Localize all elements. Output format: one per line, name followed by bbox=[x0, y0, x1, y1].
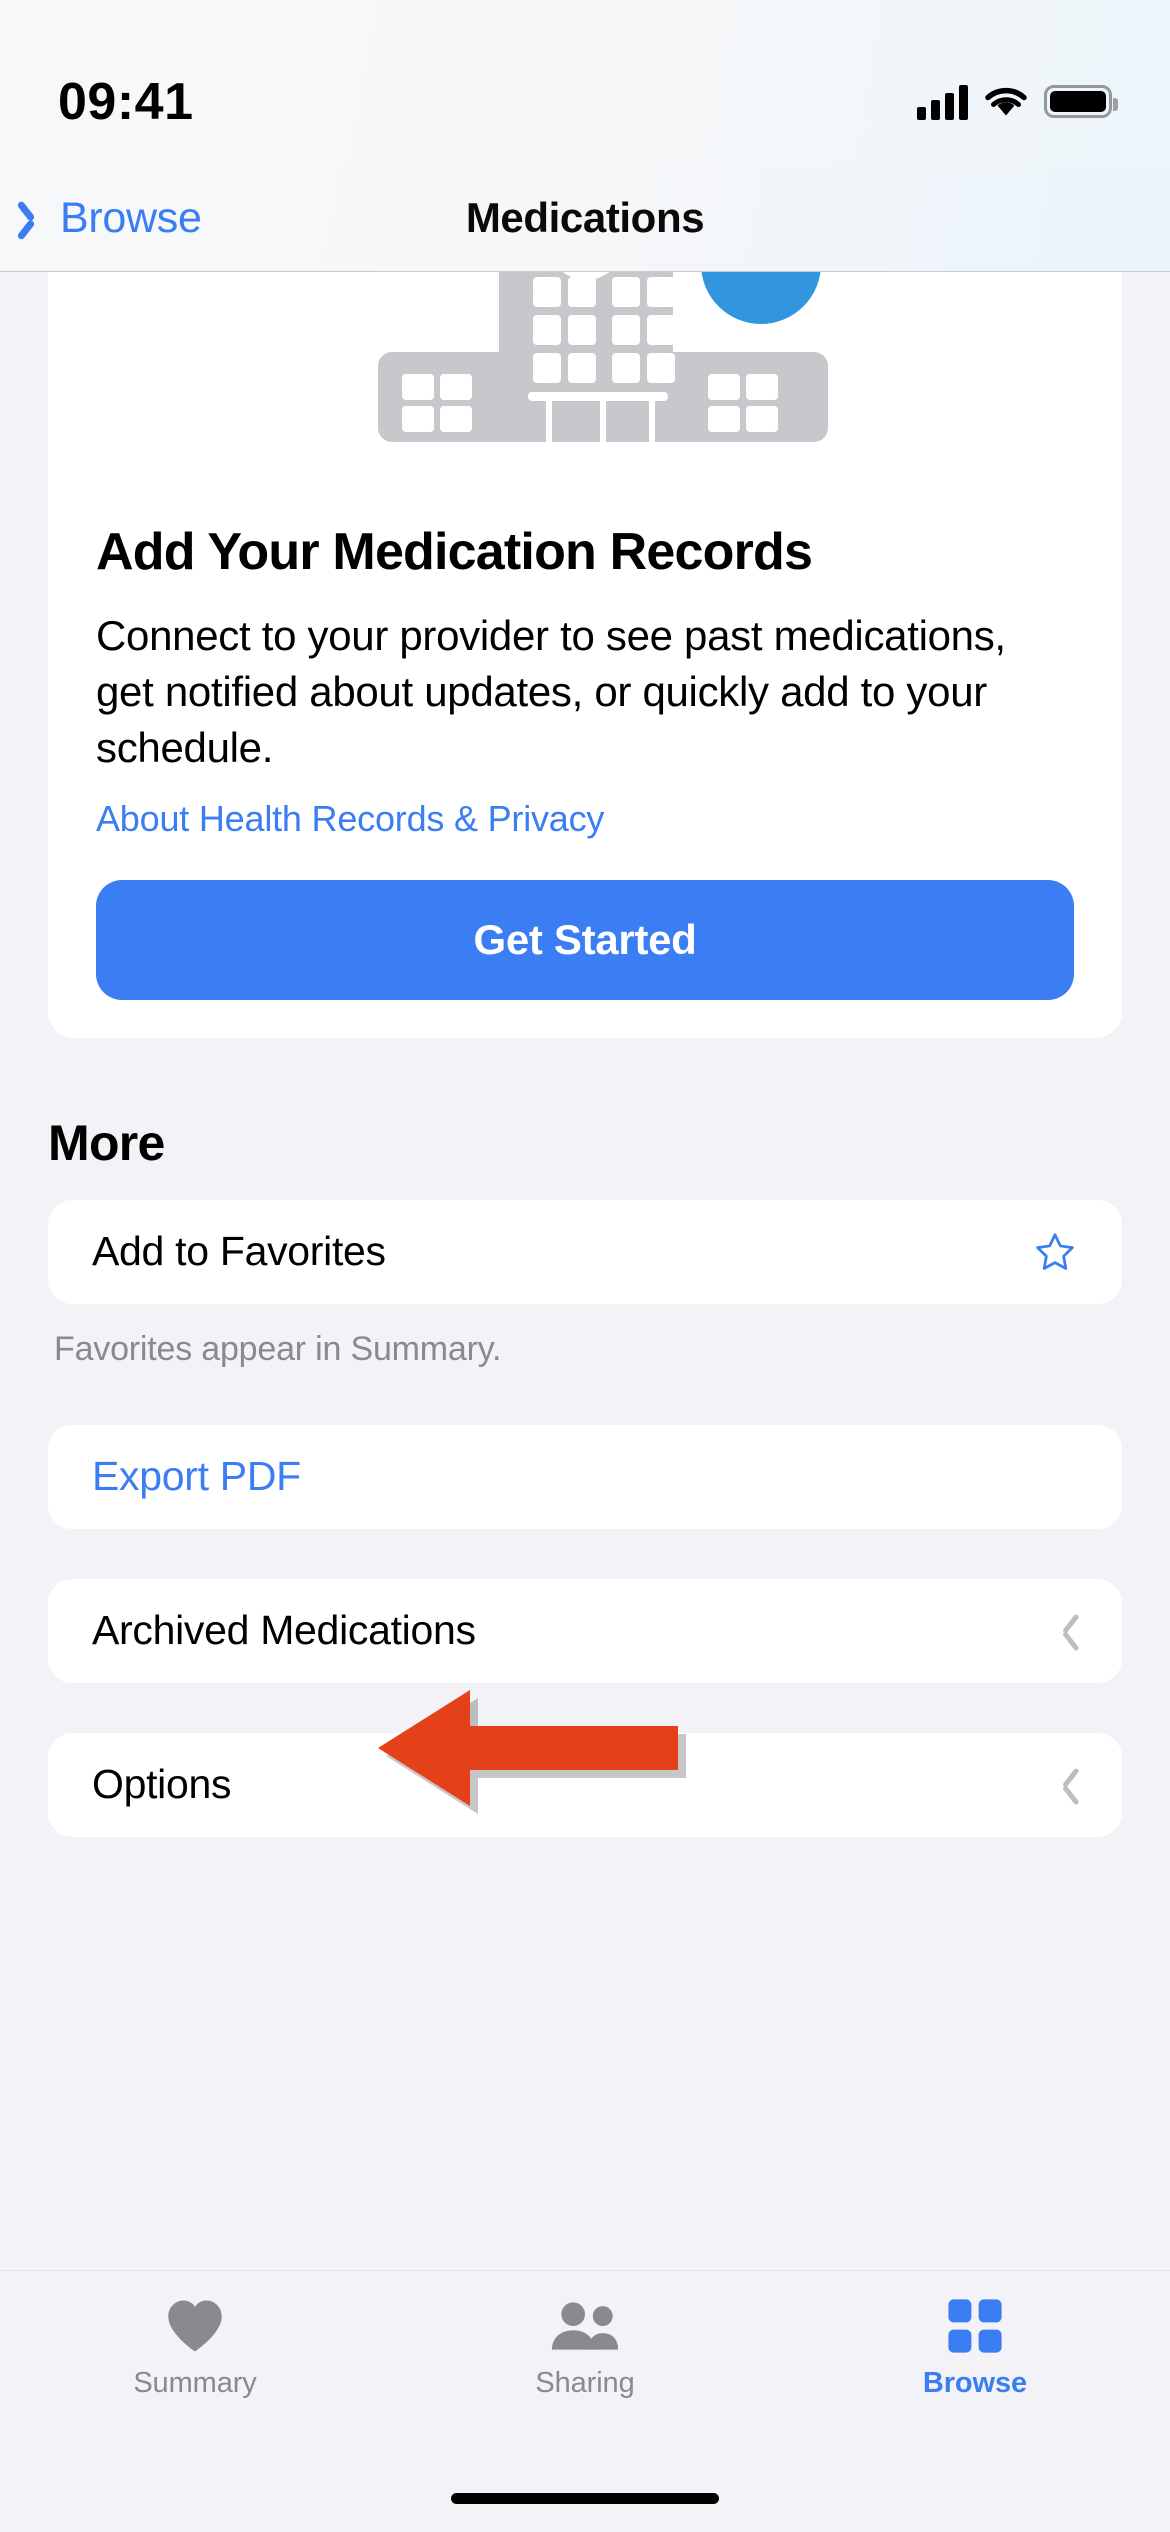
row-label: Export PDF bbox=[92, 1453, 301, 1500]
chevron-left-icon bbox=[26, 200, 46, 236]
back-button-label: Browse bbox=[60, 193, 202, 242]
row-archived-medications[interactable]: Archived Medications bbox=[48, 1578, 1122, 1683]
tab-label: Browse bbox=[922, 2367, 1028, 2399]
get-started-button[interactable]: Get Started bbox=[96, 879, 1074, 1000]
hero-description: Connect to your provider to see past med… bbox=[96, 612, 1006, 771]
row-label: Add to Favorites bbox=[92, 1228, 386, 1275]
tab-label: Sharing bbox=[535, 2367, 635, 2399]
back-button[interactable]: Browse bbox=[26, 194, 202, 243]
tab-label: Summary bbox=[133, 2367, 257, 2399]
battery-full-icon bbox=[1044, 85, 1118, 118]
chevron-right-icon bbox=[1052, 1766, 1074, 1804]
row-label: Archived Medications bbox=[92, 1607, 476, 1654]
tab-sharing[interactable]: Sharing bbox=[390, 2295, 780, 2400]
row-label: Options bbox=[92, 1761, 232, 1808]
status-bar: 09:41 bbox=[0, 0, 1170, 165]
hospital-icon bbox=[378, 272, 828, 443]
home-indicator bbox=[451, 2493, 719, 2504]
cellular-bars-icon bbox=[917, 84, 968, 120]
more-section-title: More bbox=[48, 1114, 165, 1171]
tab-summary[interactable]: Summary bbox=[0, 2295, 390, 2400]
status-bar-time: 09:41 bbox=[58, 72, 194, 131]
navigation-bar: Browse Medications bbox=[0, 165, 1170, 272]
heart-icon bbox=[164, 2295, 226, 2357]
phone-screen: 09:41 Browse Medications Add Your Medica… bbox=[0, 0, 1170, 2532]
row-export-pdf[interactable]: Export PDF bbox=[48, 1424, 1122, 1529]
row-options[interactable]: Options bbox=[48, 1732, 1122, 1837]
wifi-icon bbox=[985, 87, 1027, 115]
chevron-right-icon bbox=[1052, 1612, 1074, 1650]
health-records-card: Add Your Medication Records Connect to y… bbox=[48, 272, 1122, 1038]
tab-browse[interactable]: Browse bbox=[780, 2295, 1170, 2400]
two-people-icon bbox=[549, 2295, 621, 2357]
favorites-footnote: Favorites appear in Summary. bbox=[54, 1329, 502, 1368]
grid-squares-icon bbox=[946, 2295, 1004, 2357]
hero-title: Add Your Medication Records bbox=[96, 523, 813, 581]
scroll-content[interactable]: Add Your Medication Records Connect to y… bbox=[0, 272, 1170, 2272]
hospital-building-illustration bbox=[48, 272, 1122, 472]
row-add-to-favorites[interactable]: Add to Favorites bbox=[48, 1199, 1122, 1304]
privacy-link[interactable]: About Health Records & Privacy bbox=[48, 798, 1122, 840]
status-bar-indicators bbox=[917, 84, 1118, 120]
star-outline-icon[interactable] bbox=[1032, 1230, 1078, 1274]
